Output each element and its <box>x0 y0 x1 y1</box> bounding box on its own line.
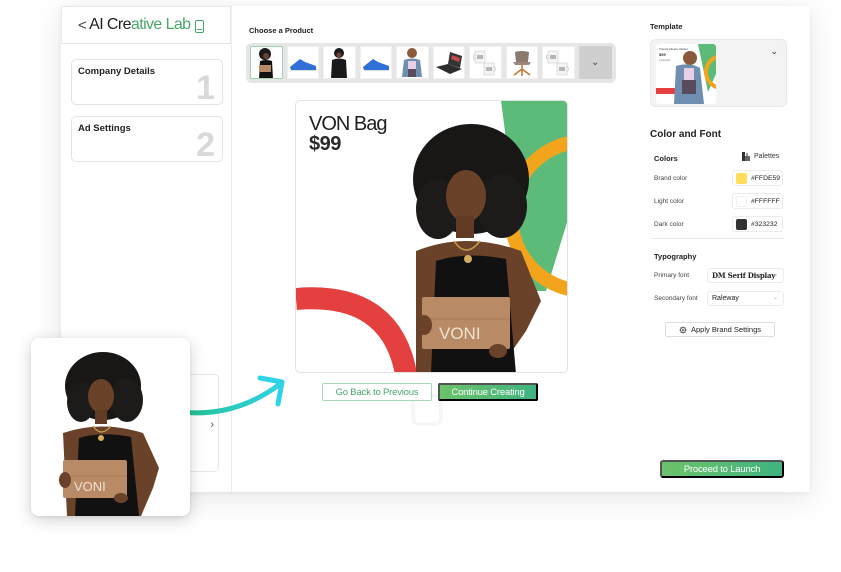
product-thumb-chair[interactable] <box>505 46 538 79</box>
app-title-part1: AI Cre <box>89 16 131 33</box>
template-thumb-title: Trendy Flower Jacket <box>659 47 688 51</box>
laptop-image <box>435 51 462 74</box>
woman-denim-jacket-image <box>402 47 423 77</box>
chevron-down-icon: ⌄ <box>591 57 600 68</box>
light-color-label: Light color <box>654 198 684 205</box>
dark-color-label: Dark color <box>654 221 684 228</box>
apply-brand-settings-label: Apply Brand Settings <box>690 325 762 334</box>
ad-product-name: VON Bag <box>309 113 387 135</box>
palette-icon <box>742 152 750 161</box>
template-select[interactable]: Trendy Flower Jacket $99 Lyfestyle ⌄ <box>650 39 787 107</box>
dark-color-field[interactable]: #323232 <box>732 216 783 232</box>
colors-heading: Colors <box>654 154 678 163</box>
woman-with-bag-image <box>259 47 274 78</box>
white-mugs-image <box>473 50 497 75</box>
chevron-down-icon[interactable]: ⌄ <box>770 46 778 57</box>
continue-creating-button[interactable]: Continue Creating <box>438 383 538 401</box>
go-back-button[interactable]: Go Back to Previous <box>322 383 432 401</box>
primary-font-value: DM Serif Display <box>712 271 776 280</box>
apply-brand-settings-button[interactable]: Apply Brand Settings <box>665 322 775 337</box>
brand-color-field[interactable]: #FFDE59 <box>732 170 783 186</box>
step-label: Ad Settings <box>78 123 131 134</box>
more-products-button[interactable]: ⌄ <box>578 46 612 79</box>
template-thumbnail: Trendy Flower Jacket $99 Lyfestyle <box>656 44 716 104</box>
source-photo-card: VONI <box>31 338 190 516</box>
brand-color-hex: #FFDE59 <box>751 174 781 182</box>
template-thumb-price: $99 <box>659 52 666 57</box>
bag-logo: VONI <box>74 479 106 494</box>
back-chevron-icon[interactable]: < <box>78 17 87 34</box>
product-thumb-denim-jacket[interactable] <box>396 46 429 79</box>
divider <box>651 238 784 239</box>
typography-heading: Typography <box>654 252 697 261</box>
app-header: < AI Cre ative Lab <box>61 6 231 44</box>
product-thumb-laptop[interactable] <box>432 46 465 79</box>
woman-black-jacket-image <box>331 47 348 78</box>
primary-font-select[interactable]: DM Serif Display ⌄ <box>707 268 784 283</box>
brand-color-swatch[interactable] <box>736 172 747 184</box>
secondary-font-label: Secondary font <box>654 295 698 302</box>
dark-color-swatch[interactable] <box>736 218 747 230</box>
brand-color-label: Brand color <box>654 175 688 182</box>
product-picker: ⌄ <box>246 43 616 83</box>
chevron-down-icon: ⌄ <box>772 295 778 301</box>
step-number: 1 <box>196 69 215 107</box>
dark-color-hex: #323232 <box>751 220 778 228</box>
gear-icon <box>679 325 687 334</box>
step-company-details[interactable]: Company Details 1 <box>71 59 223 107</box>
step-number: 2 <box>196 126 215 164</box>
ad-preview: VONI VON Bag $99 <box>295 100 568 373</box>
step-label: Company Details <box>78 66 156 77</box>
product-thumb-sneaker[interactable] <box>286 46 319 79</box>
product-thumb-mugs-2[interactable] <box>542 46 575 79</box>
product-thumb-black-jacket[interactable] <box>323 46 356 79</box>
blue-sneaker-image <box>289 58 316 71</box>
white-mugs-image <box>546 50 570 75</box>
light-color-field[interactable]: #FFFFFF <box>732 193 783 209</box>
color-and-font-heading: Color and Font <box>650 129 722 140</box>
bag-logo: VONI <box>439 324 481 343</box>
chevron-down-icon: ⌄ <box>773 271 778 278</box>
curved-arrow-icon <box>177 375 285 416</box>
secondary-font-select[interactable]: Raleway ⌄ <box>707 291 784 306</box>
mobile-device-icon[interactable] <box>195 19 205 33</box>
product-thumb-mugs[interactable] <box>469 46 502 79</box>
primary-font-label: Primary font <box>654 272 690 279</box>
product-thumb-sneaker-2[interactable] <box>359 46 392 79</box>
palettes-button[interactable]: Palettes <box>742 152 779 161</box>
source-model-photo: VONI <box>59 352 159 516</box>
product-thumb-woman-bag[interactable] <box>250 46 283 79</box>
ad-price: $99 <box>309 133 341 155</box>
light-color-hex: #FFFFFF <box>751 197 780 205</box>
secondary-font-value: Raleway <box>712 295 739 302</box>
blue-sneaker-image <box>362 58 389 71</box>
template-thumb-brand: Lyfestyle <box>659 58 671 62</box>
choose-product-label: Choose a Product <box>249 26 314 35</box>
light-color-swatch[interactable] <box>736 195 747 207</box>
template-label: Template <box>650 22 683 31</box>
proceed-to-launch-button[interactable]: Proceed to Launch <box>660 460 784 478</box>
swivel-chair-image <box>512 50 531 76</box>
palettes-label: Palettes <box>754 153 780 160</box>
model-with-bag-image: VONI <box>413 124 541 372</box>
app-title-part2: ative Lab <box>130 16 191 33</box>
step-ad-settings[interactable]: Ad Settings 2 <box>71 116 223 164</box>
